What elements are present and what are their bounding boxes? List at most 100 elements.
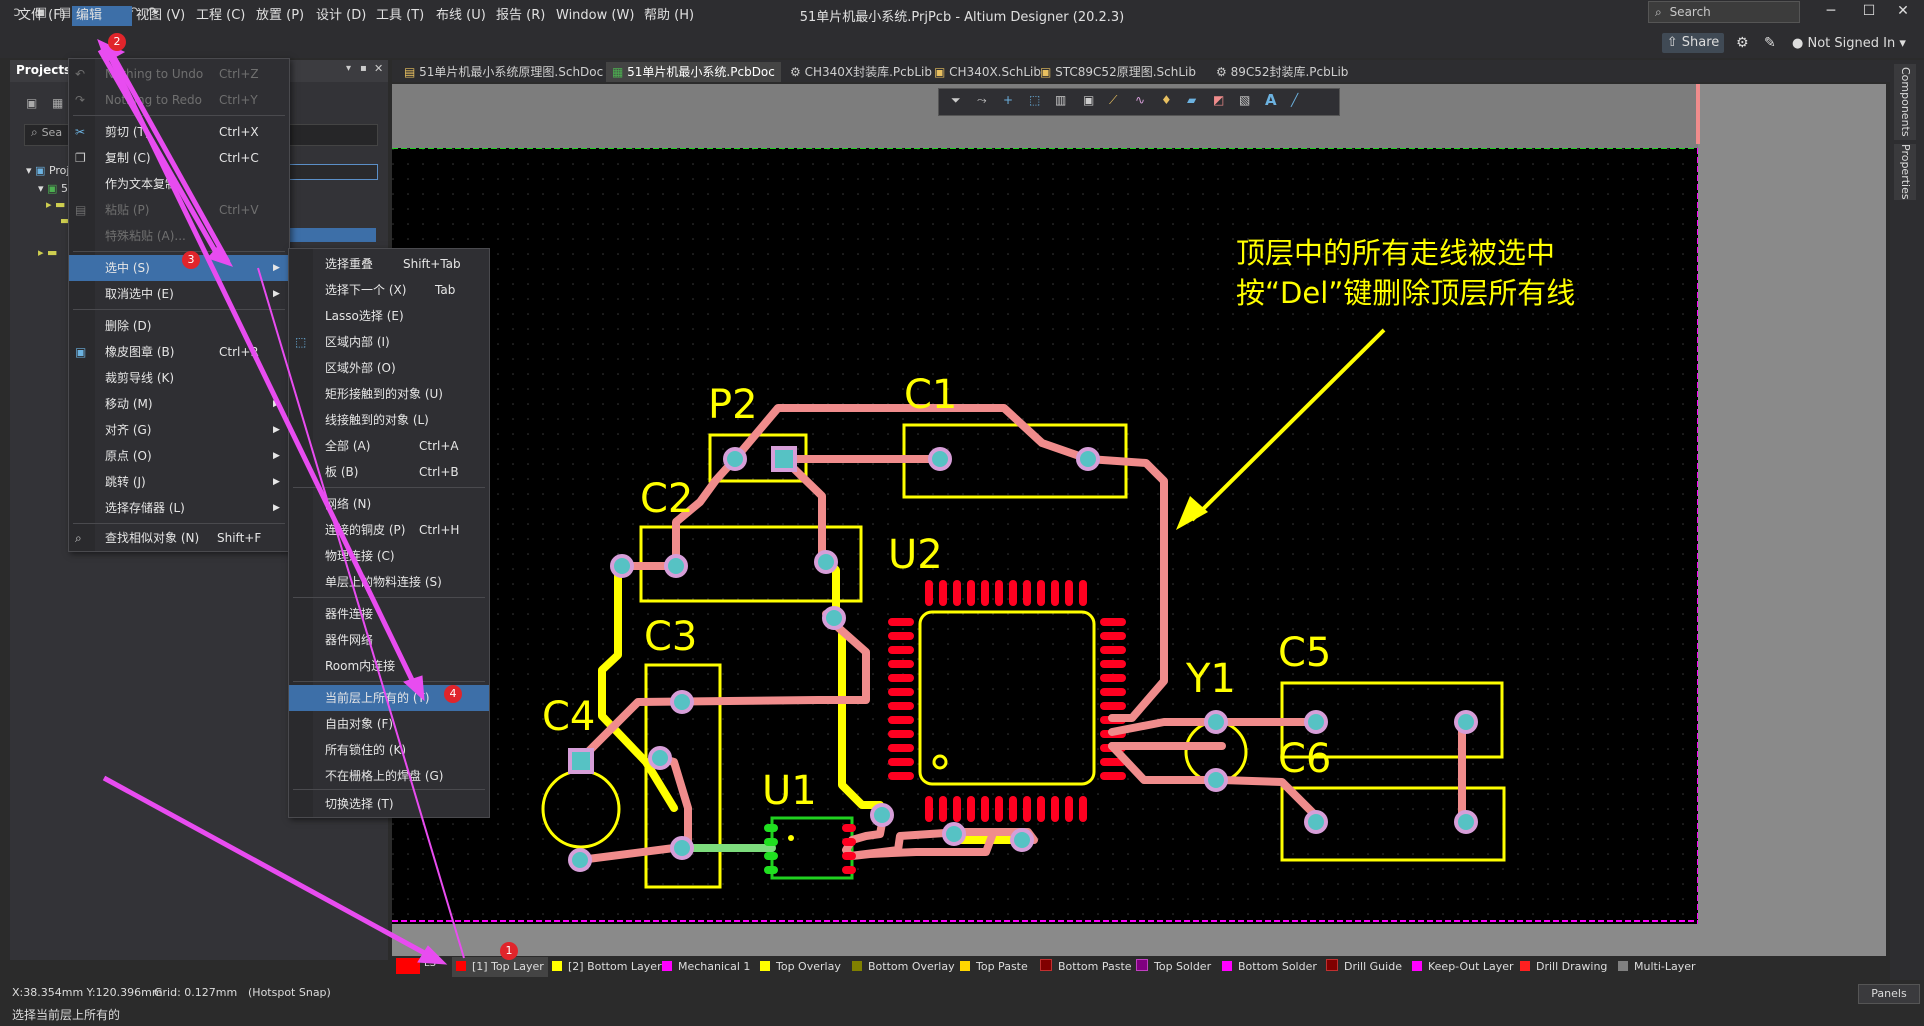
select-box-icon[interactable]: ⬚ [1029, 93, 1040, 107]
components-panel-tab[interactable]: Components [1894, 64, 1916, 140]
panel-close-icon[interactable]: ✕ [374, 62, 383, 75]
settings-icon[interactable]: ⚙ [1736, 35, 1749, 51]
menu-help[interactable]: 帮助 (H) [640, 6, 698, 26]
layer-tab-bottom[interactable]: [2] Bottom Layer [552, 957, 662, 977]
submenu-lasso-select[interactable]: Lasso选择 (E) [289, 303, 489, 329]
layer-tab-mechanical1[interactable]: Mechanical 1 [662, 957, 750, 977]
line-icon[interactable]: ╱ [1291, 93, 1298, 107]
menu-delete[interactable]: 删除 (D) [69, 313, 289, 339]
submenu-board[interactable]: 板 (B) Ctrl+B [289, 459, 489, 485]
menu-move[interactable]: 移动 (M) ▶ [69, 391, 289, 417]
tab-ch340x-pcblib[interactable]: ⚙ CH340X封装库.PcbLib [784, 62, 938, 82]
layer-tab-bottom-solder[interactable]: Bottom Solder [1222, 957, 1317, 977]
menu-redo[interactable]: ↷ Nothing to Redo Ctrl+Y [69, 87, 289, 113]
user-account[interactable]: ● Not Signed In ▾ [1792, 36, 1906, 51]
menu-paste-special[interactable]: 特殊粘贴 (A)... [69, 223, 289, 249]
dimension-icon[interactable]: ▧ [1239, 93, 1250, 107]
submenu-component-connections[interactable]: 器件连接 [289, 601, 489, 627]
text-icon[interactable]: A [1265, 91, 1277, 109]
layer-set-icon[interactable]: LS [424, 958, 436, 969]
menu-design[interactable]: 设计 (D) [312, 6, 370, 26]
share-button[interactable]: ⇧ Share [1662, 33, 1724, 53]
menu-undo[interactable]: ↶ Nothing to Undo Ctrl+Z [69, 61, 289, 87]
panel-save-icon[interactable]: ▣ [26, 96, 37, 110]
menu-project[interactable]: 工程 (C) [192, 6, 249, 26]
submenu-room-connections[interactable]: Room内连接 [289, 653, 489, 679]
panels-button[interactable]: Panels [1858, 984, 1920, 1004]
via-icon[interactable]: ♦ [1161, 93, 1172, 107]
tab-89c52-pcblib[interactable]: ⚙ 89C52封装库.PcbLib [1210, 62, 1354, 82]
polygon-icon[interactable]: ▰ [1187, 93, 1196, 107]
menu-deselect[interactable]: 取消选中 (E) ▶ [69, 281, 289, 307]
layer-tab-drill-drawing[interactable]: Drill Drawing [1520, 957, 1607, 977]
properties-panel-tab[interactable]: Properties [1894, 144, 1916, 200]
menu-origin[interactable]: 原点 (O) ▶ [69, 443, 289, 469]
menu-copy-as-text[interactable]: 作为文本复制 [69, 171, 289, 197]
layer-tab-bottom-overlay[interactable]: Bottom Overlay [852, 957, 955, 977]
menu-jump[interactable]: 跳转 (J) ▶ [69, 469, 289, 495]
layer-tab-top[interactable]: [1] Top Layer [452, 957, 548, 977]
panel-menu-icon[interactable]: ▾ [346, 63, 351, 74]
menu-route[interactable]: 布线 (U) [432, 6, 490, 26]
menu-selection-memory[interactable]: 选择存储器 (L) ▶ [69, 495, 289, 521]
menu-copy[interactable]: ❐ 复制 (C) Ctrl+C [69, 145, 289, 171]
tab-pcbdoc[interactable]: ▦ 51单片机最小系统.PcbDoc [606, 62, 781, 82]
submenu-single-layer-connection[interactable]: 单层上的物料连接 (S) [289, 569, 489, 595]
submenu-select-all[interactable]: 全部 (A) Ctrl+A [289, 433, 489, 459]
layer-tab-bottom-paste[interactable]: Bottom Paste [1040, 957, 1132, 977]
route-icon[interactable]: ⤳ [977, 93, 987, 108]
component-icon[interactable]: ▣ [1083, 93, 1094, 107]
interactive-route-icon[interactable]: ⟋ [1109, 93, 1117, 108]
layer-tab-top-paste[interactable]: Top Paste [960, 957, 1028, 977]
submenu-off-grid-pads[interactable]: 不在栅格上的焊盘 (G) [289, 763, 489, 789]
filter-icon[interactable]: ⏷ [951, 93, 961, 108]
submenu-toggle-selection[interactable]: 切换选择 (T) [289, 791, 489, 817]
submenu-all-locked[interactable]: 所有锁住的 (K) [289, 737, 489, 763]
submenu-select-next[interactable]: 选择下一个 (X) Tab [289, 277, 489, 303]
menu-trim-wire[interactable]: 裁剪导线 (K) [69, 365, 289, 391]
menu-select[interactable]: 选中 (S) ▶ [69, 255, 289, 281]
keepout-icon[interactable]: ◩ [1213, 93, 1224, 107]
layer-tab-top-overlay[interactable]: Top Overlay [760, 957, 841, 977]
menu-align[interactable]: 对齐 (G) ▶ [69, 417, 289, 443]
menu-paste[interactable]: ▤ 粘贴 (P) Ctrl+V [69, 197, 289, 223]
panel-project-icon[interactable]: ▦ [52, 96, 63, 110]
align-icon[interactable]: ▥ [1055, 93, 1066, 107]
submenu-physical-connection[interactable]: 物理连接 (C) [289, 543, 489, 569]
menu-window[interactable]: Window (W) [552, 6, 638, 26]
menu-rubber-stamp[interactable]: ▣ 橡皮图章 (B) Ctrl+R [69, 339, 289, 365]
diff-pair-icon[interactable]: ∿ [1135, 93, 1145, 107]
folder-icon[interactable]: ▸ ▬ [38, 246, 57, 259]
folder-icon[interactable]: ▸ ▬ [46, 198, 65, 211]
close-button[interactable]: ✕ [1880, 0, 1924, 22]
tab-ch340x-schlib[interactable]: ▣ CH340X.SchLib [928, 62, 1047, 82]
submenu-net[interactable]: 网络 (N) [289, 491, 489, 517]
layer-tab-multi[interactable]: Multi-Layer [1618, 957, 1696, 977]
crosshair-icon[interactable]: + [1003, 93, 1013, 107]
submenu-component-nets[interactable]: 器件网络 [289, 627, 489, 653]
menu-edit[interactable]: 编辑 [72, 6, 133, 26]
submenu-connected-copper[interactable]: 连接的铜皮 (P) Ctrl+H [289, 517, 489, 543]
layer-tab-top-solder[interactable]: Top Solder [1136, 957, 1211, 977]
menu-find-similar[interactable]: ⌕ 查找相似对象 (N) Shift+F [69, 525, 289, 551]
menu-cut[interactable]: ✂ 剪切 (T) Ctrl+X [69, 119, 289, 145]
menu-view[interactable]: 视图 (V) [132, 6, 189, 26]
layer-tab-keepout[interactable]: Keep-Out Layer [1412, 957, 1514, 977]
tab-schematic[interactable]: ▤ 51单片机最小系统原理图.SchDoc [398, 62, 609, 82]
submenu-select-overlapped[interactable]: 选择重叠 Shift+Tab [289, 251, 489, 277]
submenu-free-objects[interactable]: 自由对象 (F) [289, 711, 489, 737]
tab-stc-schlib[interactable]: ▣ STC89C52原理图.SchLib [1034, 62, 1202, 82]
menu-place[interactable]: 放置 (P) [252, 6, 308, 26]
layer-tab-drill-guide[interactable]: Drill Guide [1326, 957, 1402, 977]
notifications-icon[interactable]: ✎ [1764, 35, 1776, 51]
current-layer-indicator[interactable] [396, 958, 420, 974]
submenu-touching-line[interactable]: 线接触到的对象 (L) [289, 407, 489, 433]
submenu-touching-rectangle[interactable]: 矩形接触到的对象 (U) [289, 381, 489, 407]
search-input[interactable]: ⌕ Search [1648, 1, 1800, 23]
menu-tools[interactable]: 工具 (T) [372, 6, 428, 26]
pin-icon[interactable]: ▪ [360, 63, 367, 74]
submenu-inside-area[interactable]: ⬚ 区域内部 (I) [289, 329, 489, 355]
menu-reports[interactable]: 报告 (R) [492, 6, 549, 26]
submenu-outside-area[interactable]: 区域外部 (O) [289, 355, 489, 381]
menu-file[interactable]: 文件 (F) [14, 6, 70, 26]
